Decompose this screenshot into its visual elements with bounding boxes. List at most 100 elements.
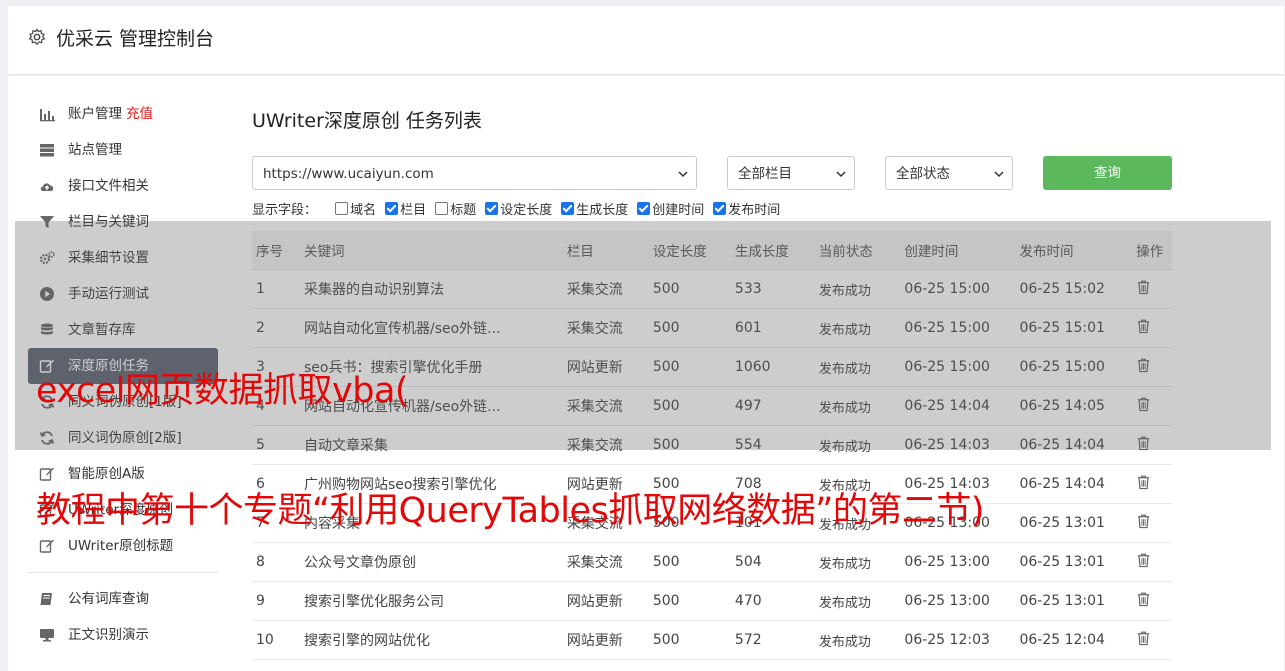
field-checkbox-label: 设定长度 [500,203,553,218]
recharge-link[interactable]: 充值 [126,106,153,122]
top-bar: 优采云 管理控制台 [8,6,1284,75]
field-checkbox[interactable]: 栏目 [385,201,426,221]
site-select[interactable]: https://www.ucaiyun.com [252,156,697,190]
edit-icon [39,539,54,553]
table-cell: 网站更新 [562,581,649,621]
checkbox-box[interactable] [385,202,399,215]
overlay-caption-line1: excel网页数据抓取vba( [36,371,409,411]
table-cell: 发布成功 [814,620,901,660]
sidebar-item[interactable]: 公有词库查询 [28,581,218,617]
chevron-down-icon [678,171,688,178]
table-cell: 搜索引擎优化服务公司 [299,581,563,621]
edit-icon [39,467,54,481]
table-row: 10 搜索引擎的网站优化 网站更新 500 572 发布成功 06-25 12:03 06-2… [252,620,1172,660]
checkbox-box[interactable] [335,202,349,215]
table-cell: 500 [648,620,731,660]
field-checkbox-label: 栏目 [400,203,427,218]
table-cell: 500 [648,581,731,621]
action-cell [1132,542,1172,582]
sidebar-item-label: UWriter原创标题 [68,538,174,554]
column-select[interactable]: 全部栏目 [727,156,855,190]
gear-icon [28,28,46,46]
table-cell: 发布成功 [814,581,901,621]
trash-icon[interactable] [1136,513,1151,529]
table-cell: 10 [252,620,300,660]
sidebar-item-label: 站点管理 [68,142,122,158]
chevron-down-icon [836,171,846,178]
table-cell: 9 [252,581,300,621]
field-checkbox[interactable]: 设定长度 [485,201,552,221]
monitor-icon [40,629,54,642]
field-checkbox[interactable]: 标题 [435,201,476,221]
table-cell: 500 [648,542,731,582]
sidebar-item-label: 智能原创A版 [68,466,145,482]
table-cell: 572 [730,620,815,660]
sidebar-item[interactable]: 账户管理 充值 [28,96,218,132]
trash-icon[interactable] [1136,474,1151,490]
checkbox-box[interactable] [713,202,727,215]
action-cell [1132,581,1172,621]
status-select[interactable]: 全部状态 [885,156,1013,190]
table-cell: 06-25 13:01 [1015,542,1133,582]
status-select-value: 全部状态 [896,166,950,182]
field-checkbox-label: 生成长度 [576,203,629,218]
sidebar-item-label: 接口文件相关 [68,178,149,194]
checkbox-box[interactable] [435,202,449,215]
field-checkbox-label: 标题 [450,203,477,218]
sidebar-item-label: 正文识别演示 [68,627,149,643]
app-title: 优采云 管理控制台 [56,28,215,50]
field-checkbox-label: 域名 [350,203,377,218]
checkbox-box[interactable] [561,202,575,215]
table-cell: 8 [252,542,300,582]
table-cell: 发布成功 [814,542,901,582]
sidebar-item-label: 公有词库查询 [68,591,149,607]
checkbox-box[interactable] [637,202,651,215]
table-cell: 搜索引擎的网站优化 [299,620,563,660]
bar-chart-icon [40,109,55,122]
table-cell: 06-25 12:03 [900,620,1016,660]
cloud-upload-icon [40,183,54,191]
book-icon [40,593,52,605]
table-cell: 504 [730,542,815,582]
display-fields: 显示字段： 域名 栏目 标题 设定长度 生成长度 创建时间 发布时间 [252,201,789,221]
sidebar-item[interactable]: 接口文件相关 [28,168,218,204]
column-select-value: 全部栏目 [738,166,792,182]
table-cell: 06-25 12:04 [1015,620,1133,660]
table-cell: 06-25 13:00 [900,542,1016,582]
chevron-down-icon [994,171,1004,178]
sidebar-item[interactable]: 正文识别演示 [28,617,218,653]
checkbox-box[interactable] [485,202,499,215]
table-cell: 公众号文章伪原创 [299,542,563,582]
field-checkbox[interactable]: 创建时间 [637,201,704,221]
trash-icon[interactable] [1136,630,1151,646]
table-row: 8 公众号文章伪原创 采集交流 500 504 发布成功 06-25 13:00 06-25 … [252,542,1172,582]
overlay-caption-line2: 教程中第十个专题“利用QueryTables抓取网络数据”的第二节) [36,491,985,531]
table-row: 9 搜索引擎优化服务公司 网站更新 500 470 发布成功 06-25 13:00 06-2… [252,581,1172,621]
field-checkbox[interactable]: 发布时间 [713,201,780,221]
sidebar-item[interactable]: 站点管理 [28,132,218,168]
table-cell: 06-25 14:04 [1015,464,1133,504]
field-checkbox-label: 发布时间 [728,203,781,218]
sidebar-item[interactable]: UWriter原创标题 [28,528,218,564]
field-checkbox[interactable]: 域名 [335,201,376,221]
table-cell: 采集交流 [562,542,649,582]
action-cell [1132,503,1172,543]
table-cell: 06-25 13:00 [900,581,1016,621]
query-button[interactable]: 查询 [1043,156,1172,190]
page-title: UWriter深度原创 任务列表 [252,110,482,132]
sidebar-divider [28,572,218,573]
action-cell [1132,464,1172,504]
field-checkbox[interactable]: 生成长度 [561,201,628,221]
display-fields-label: 显示字段： [252,203,318,218]
sidebar-item-label: 账户管理 [68,106,122,122]
site-select-value: https://www.ucaiyun.com [263,166,434,182]
table-cell: 网站更新 [562,620,649,660]
field-checkbox-label: 创建时间 [652,203,705,218]
table-cell: 06-25 13:01 [1015,503,1133,543]
table-cell: 06-25 13:01 [1015,581,1133,621]
trash-icon[interactable] [1136,591,1151,607]
table-cell: 470 [730,581,815,621]
overlay-band [15,221,1271,450]
trash-icon[interactable] [1136,552,1151,568]
action-cell [1132,620,1172,660]
